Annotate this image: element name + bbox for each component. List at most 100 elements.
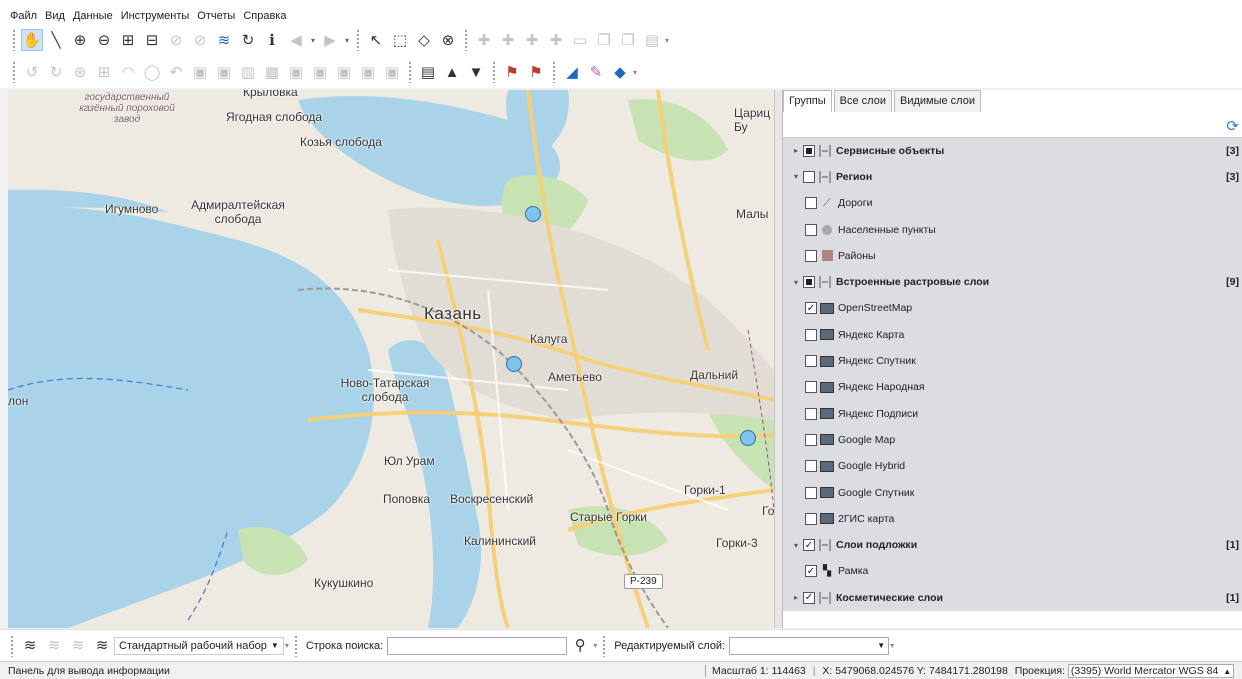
grid2-icon[interactable]: ▣ — [213, 61, 235, 83]
add-polygon-icon[interactable]: ✚ — [521, 29, 543, 51]
zoom-rect-icon[interactable]: ⊞ — [117, 29, 139, 51]
layer-group-row[interactable]: ▸ Сервисные объекты [3] — [783, 138, 1242, 165]
workset-layers-icon[interactable]: ≋ — [19, 635, 41, 657]
merge-icon[interactable]: ⊛ — [69, 61, 91, 83]
toolbar-grip[interactable] — [552, 61, 556, 83]
grid4-icon[interactable]: ▦ — [261, 61, 283, 83]
table-icon[interactable]: ▤ — [417, 61, 439, 83]
style-icon[interactable]: ✎ — [585, 61, 607, 83]
toolbar-grip[interactable] — [356, 29, 360, 51]
clear-selection-icon[interactable]: ⊗ — [437, 29, 459, 51]
expand-icon[interactable]: ▸ — [789, 146, 803, 155]
zoom-next-icon[interactable]: ⊘ — [189, 29, 211, 51]
toolbar-grip[interactable] — [12, 61, 16, 83]
menu-tools[interactable]: Инструменты — [121, 10, 190, 22]
layer-row[interactable]: Яндекс Подписи — [783, 400, 1242, 428]
paint-icon[interactable]: ◢ — [561, 61, 583, 83]
layers-icon[interactable]: ≋ — [213, 29, 235, 51]
layer-row[interactable]: ⟋ Дороги — [783, 190, 1242, 217]
menu-reports[interactable]: Отчеты — [197, 10, 235, 22]
rotate-right-icon[interactable]: ↻ — [45, 61, 67, 83]
tab-groups[interactable]: Группы — [783, 90, 832, 112]
select-polygon-icon[interactable]: ◇ — [413, 29, 435, 51]
select-arrow-icon[interactable]: ↖ — [365, 29, 387, 51]
layer-checkbox[interactable] — [805, 328, 817, 341]
grid5-icon[interactable]: ▣ — [285, 61, 307, 83]
menu-file[interactable]: Файл — [10, 10, 37, 22]
up-icon[interactable]: ▲ — [441, 61, 463, 83]
toolbar-grip[interactable] — [602, 634, 607, 657]
edit-attributes-icon[interactable]: ▤ — [641, 29, 663, 51]
layer-row[interactable]: ✓ ▚ Рамка — [783, 558, 1242, 586]
layer-group-row[interactable]: ▾ ✓ Слои подложки [1] — [783, 532, 1242, 559]
toolbar-grip[interactable] — [492, 61, 496, 83]
down-icon[interactable]: ▼ — [465, 61, 487, 83]
workset-layers2-icon[interactable]: ≋ — [43, 635, 65, 657]
binoculars-icon[interactable]: ⚲ — [569, 635, 591, 657]
layer-checkbox[interactable] — [805, 486, 817, 499]
layer-checkbox[interactable] — [805, 460, 817, 473]
forward-icon[interactable]: ▶ — [319, 29, 341, 51]
layer-checkbox[interactable] — [805, 381, 817, 394]
ruler-icon[interactable]: ╲ — [45, 29, 67, 51]
layer-row[interactable]: Яндекс Карта — [783, 322, 1242, 349]
layer-checkbox[interactable] — [805, 355, 817, 368]
layer-checkbox[interactable] — [805, 407, 817, 420]
layer-checkbox[interactable]: ✓ — [805, 565, 817, 578]
rotate-left-icon[interactable]: ↺ — [21, 61, 43, 83]
grid7-icon[interactable]: ▣ — [333, 61, 355, 83]
map-marker[interactable] — [506, 356, 522, 372]
layer-group-row[interactable]: ▾ Встроенные растровые слои [9] — [783, 269, 1242, 296]
layer-checkbox[interactable]: ✓ — [803, 591, 815, 604]
map-view[interactable]: государственный казённый пороховой завод… — [8, 90, 774, 628]
layer-checkbox[interactable] — [803, 276, 815, 289]
select-rect-icon[interactable]: ⬚ — [389, 29, 411, 51]
expand-icon[interactable]: ▸ — [789, 593, 803, 602]
layer-row[interactable]: Google Hybrid — [783, 453, 1242, 480]
menu-data[interactable]: Данные — [73, 10, 113, 22]
layer-checkbox[interactable] — [803, 144, 815, 157]
layers-filter-bar[interactable]: ⟳ — [783, 112, 1242, 138]
zoom-out-rect-icon[interactable]: ⊟ — [141, 29, 163, 51]
grid1-icon[interactable]: ▣ — [189, 61, 211, 83]
layer-row[interactable]: Населенные пункты — [783, 216, 1242, 244]
layer-checkbox[interactable] — [805, 223, 817, 236]
grid9-icon[interactable]: ▣ — [381, 61, 403, 83]
edit-layer-select[interactable]: ▼ — [729, 636, 890, 655]
layer-group-row[interactable]: ▾ Регион [3] — [783, 164, 1242, 191]
toolbar-grip[interactable] — [10, 634, 14, 657]
refresh-map-icon[interactable]: ↻ — [237, 29, 259, 51]
layer-checkbox[interactable] — [805, 512, 817, 525]
back-icon[interactable]: ◀ — [285, 29, 307, 51]
layer-row[interactable]: ✓ OpenStreetMap — [783, 295, 1242, 323]
tab-all-layers[interactable]: Все слои — [833, 90, 892, 112]
layer-checkbox[interactable] — [805, 249, 817, 262]
circle-icon[interactable]: ◯ — [141, 61, 163, 83]
map-canvas[interactable] — [8, 90, 774, 628]
map-marker[interactable] — [740, 430, 756, 446]
split-icon[interactable]: ⊞ — [93, 61, 115, 83]
toolbar-grip[interactable] — [293, 634, 298, 657]
add-point-icon[interactable]: ✚ — [473, 29, 495, 51]
zoom-out-icon[interactable]: ⊖ — [93, 29, 115, 51]
layer-checkbox[interactable] — [805, 197, 817, 210]
refresh-icon[interactable]: ⟳ — [1226, 117, 1239, 135]
map-marker[interactable] — [525, 206, 541, 222]
paste2-icon[interactable]: ❐ — [617, 29, 639, 51]
grid8-icon[interactable]: ▣ — [357, 61, 379, 83]
layer-group-row[interactable]: ▸ ✓ Косметические слои [1] — [783, 585, 1242, 612]
menu-help[interactable]: Справка — [243, 10, 286, 22]
workset-layers3-icon[interactable]: ≋ — [67, 635, 89, 657]
hand-icon[interactable]: ✋ — [21, 29, 43, 51]
flag-add-icon[interactable]: ⚑ — [501, 61, 523, 83]
menu-view[interactable]: Вид — [45, 10, 65, 22]
add-node-icon[interactable]: ✚ — [545, 29, 567, 51]
forward-dropdown-icon[interactable]: ▾ — [342, 29, 352, 51]
flag-remove-icon[interactable]: ⚑ — [525, 61, 547, 83]
toolbar-grip[interactable] — [408, 61, 412, 83]
layer-row[interactable]: Google Map — [783, 427, 1242, 454]
info-icon[interactable]: ℹ — [261, 29, 283, 51]
zoom-prev-icon[interactable]: ⊘ — [165, 29, 187, 51]
fill-icon[interactable]: ◆ — [609, 61, 631, 83]
search-input[interactable] — [387, 636, 568, 655]
